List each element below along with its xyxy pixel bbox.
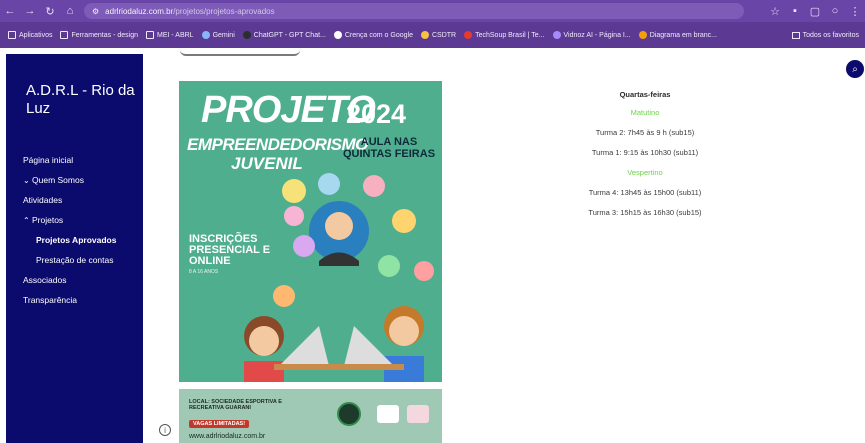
sidebar-item-label: Página inicial <box>23 155 74 165</box>
sidebar-item[interactable]: ⌄ Quem Somos <box>6 170 143 190</box>
bookmark-label: Crença com o Google <box>344 31 413 39</box>
address-bar[interactable]: ⚙ adrlriodaluz.com.br /projetos/projetos… <box>84 3 744 19</box>
bookmark-label: ChatGPT - GPT Chat... <box>253 31 326 39</box>
poster-url: www.adrlriodaluz.com.br <box>189 433 266 440</box>
sidebar-item-label: Transparência <box>23 295 78 305</box>
poster-footer: LOCAL: SOCIEDADE ESPORTIVA E RECREATIVA … <box>179 389 442 443</box>
sidebar-item[interactable]: Transparência <box>6 290 143 310</box>
schedule-heading: Quartas-feiras <box>619 90 671 99</box>
bookmarks-bar: Aplicativos Ferramentas - design MEI - ABR… <box>0 22 865 48</box>
schedule-row: Turma 1: 9:15 às 10h30 (sub11) <box>591 148 699 157</box>
url-host: adrlriodaluz.com.br <box>105 6 174 16</box>
poster-year: 2024 <box>346 99 407 129</box>
sidepanel-icon[interactable]: ▢ <box>805 0 825 22</box>
sidebar-item[interactable]: Página inicial <box>6 150 143 170</box>
chevron-up-icon: ⌃ <box>23 216 30 225</box>
bookmark-item[interactable]: Ferramentas - design <box>60 31 138 39</box>
bookmark-item[interactable]: MEI - ABRL <box>146 31 194 39</box>
chevron-down-icon: ⌄ <box>23 176 30 185</box>
partner-logo-2 <box>377 405 399 423</box>
all-bookmarks[interactable]: Todos os favoritos <box>791 22 859 48</box>
favicon-icon <box>552 31 561 39</box>
sidebar-item[interactable]: Projetos Aprovados <box>6 230 143 250</box>
bookmark-item[interactable]: ChatGPT - GPT Chat... <box>242 31 326 39</box>
extension-icon[interactable]: ▪ <box>785 0 805 22</box>
bookmark-label: Ferramentas - design <box>71 31 138 39</box>
url-path: /projetos/projetos-aprovados <box>173 6 275 16</box>
bookmark-label: Diagrama em branc... <box>649 31 718 39</box>
sidebar-item-label: Associados <box>23 275 67 285</box>
info-icon[interactable]: i <box>159 424 171 436</box>
folder-icon <box>60 31 69 39</box>
favicon-icon <box>242 31 251 39</box>
schedule-row: Turma 4: 13h45 às 15h00 (sub11) <box>588 188 702 197</box>
bookmark-item[interactable]: Vidnoz AI - Página I... <box>552 31 631 39</box>
reload-icon[interactable]: ↻ <box>40 0 60 22</box>
search-icon[interactable]: ⌕ <box>846 60 864 78</box>
poster-illustration <box>244 173 434 382</box>
bookmark-label: Aplicativos <box>19 31 53 39</box>
folder-icon <box>146 31 154 39</box>
bookmark-item[interactable]: CSDTR <box>420 31 457 39</box>
sidebar-item-label: Atividades <box>23 195 63 205</box>
back-icon[interactable]: ← <box>0 0 20 22</box>
bookmark-label: CSDTR <box>431 31 457 39</box>
sidebar-item[interactable]: Prestação de contas <box>6 250 143 270</box>
forward-icon[interactable]: → <box>20 0 40 22</box>
bookmark-item[interactable]: Diagrama em branc... <box>638 31 718 39</box>
schedule-row: Turma 3: 15h15 às 16h30 (sub15) <box>588 208 702 217</box>
site-info-icon[interactable]: ⚙ <box>92 7 99 16</box>
sidebar-item-label: Quem Somos <box>32 175 84 185</box>
partner-logo-3 <box>407 405 429 423</box>
afternoon-label: Vespertino <box>627 168 663 177</box>
sidebar: A.D.R.L - Rio da Luz Página inicial ⌄ Quem… <box>6 54 143 443</box>
sidebar-item[interactable]: ⌃ Projetos <box>6 210 143 230</box>
sidebar-nav: Página inicial ⌄ Quem Somos Atividades ⌃ Proj… <box>6 150 143 310</box>
poster-registration: INSCRIÇÕES PRESENCIAL E ONLINE <box>189 233 271 267</box>
bookmark-label: MEI - ABRL <box>157 31 194 39</box>
favicon-icon <box>333 31 342 39</box>
divider <box>180 48 300 56</box>
poster-class-day: AULA NAS QUINTAS FEIRAS <box>342 136 436 160</box>
folder-icon <box>8 31 16 39</box>
sidebar-item-label: Projetos <box>32 215 64 225</box>
favicon-icon <box>464 31 473 39</box>
favicon-icon <box>638 31 647 39</box>
site-title[interactable]: A.D.R.L - Rio da Luz <box>26 82 136 118</box>
poster-limited-spots: VAGAS LIMITADAS! <box>189 420 250 428</box>
bookmark-item[interactable]: Gemini <box>201 31 235 39</box>
favicon-icon <box>201 31 210 39</box>
morning-label: Matutino <box>630 108 660 117</box>
bookmark-label: Gemini <box>212 31 235 39</box>
partner-logo <box>337 402 361 426</box>
menu-icon[interactable]: ⋮ <box>845 0 865 22</box>
sidebar-item[interactable]: Atividades <box>6 190 143 210</box>
bookmark-item[interactable]: Crença com o Google <box>333 31 413 39</box>
poster-age-range: 8 A 16 ANOS <box>189 269 219 275</box>
poster-location: LOCAL: SOCIEDADE ESPORTIVA E RECREATIVA … <box>189 399 282 411</box>
browser-toolbar: ← → ↻ ⌂ ⚙ adrlriodaluz.com.br /projetos/… <box>0 0 865 22</box>
schedule: Quartas-feiras Matutino Turma 2: 7h45 às… <box>560 87 730 223</box>
sidebar-item[interactable]: Associados <box>6 270 143 290</box>
favicon-icon <box>420 31 429 39</box>
sidebar-item-label: Prestação de contas <box>36 255 114 265</box>
bookmark-label: Vidnoz AI - Página I... <box>563 31 631 39</box>
schedule-row: Turma 2: 7h45 às 9 h (sub15) <box>595 128 695 137</box>
bookmark-label: TechSoup Brasil | Te... <box>475 31 545 39</box>
project-poster: PROJETO EMPREENDEDORISMO JUVENIL 2024 AU… <box>179 81 442 382</box>
bookmark-item[interactable]: TechSoup Brasil | Te... <box>464 31 545 39</box>
bookmark-item[interactable]: Aplicativos <box>8 31 52 39</box>
sidebar-item-label: Projetos Aprovados <box>36 235 117 245</box>
profile-icon[interactable]: ○ <box>825 0 845 22</box>
home-icon[interactable]: ⌂ <box>60 0 80 22</box>
bookmark-star-icon[interactable]: ☆ <box>765 0 785 22</box>
folder-icon <box>791 31 800 39</box>
browser-chrome: ← → ↻ ⌂ ⚙ adrlriodaluz.com.br /projetos/… <box>0 0 865 48</box>
